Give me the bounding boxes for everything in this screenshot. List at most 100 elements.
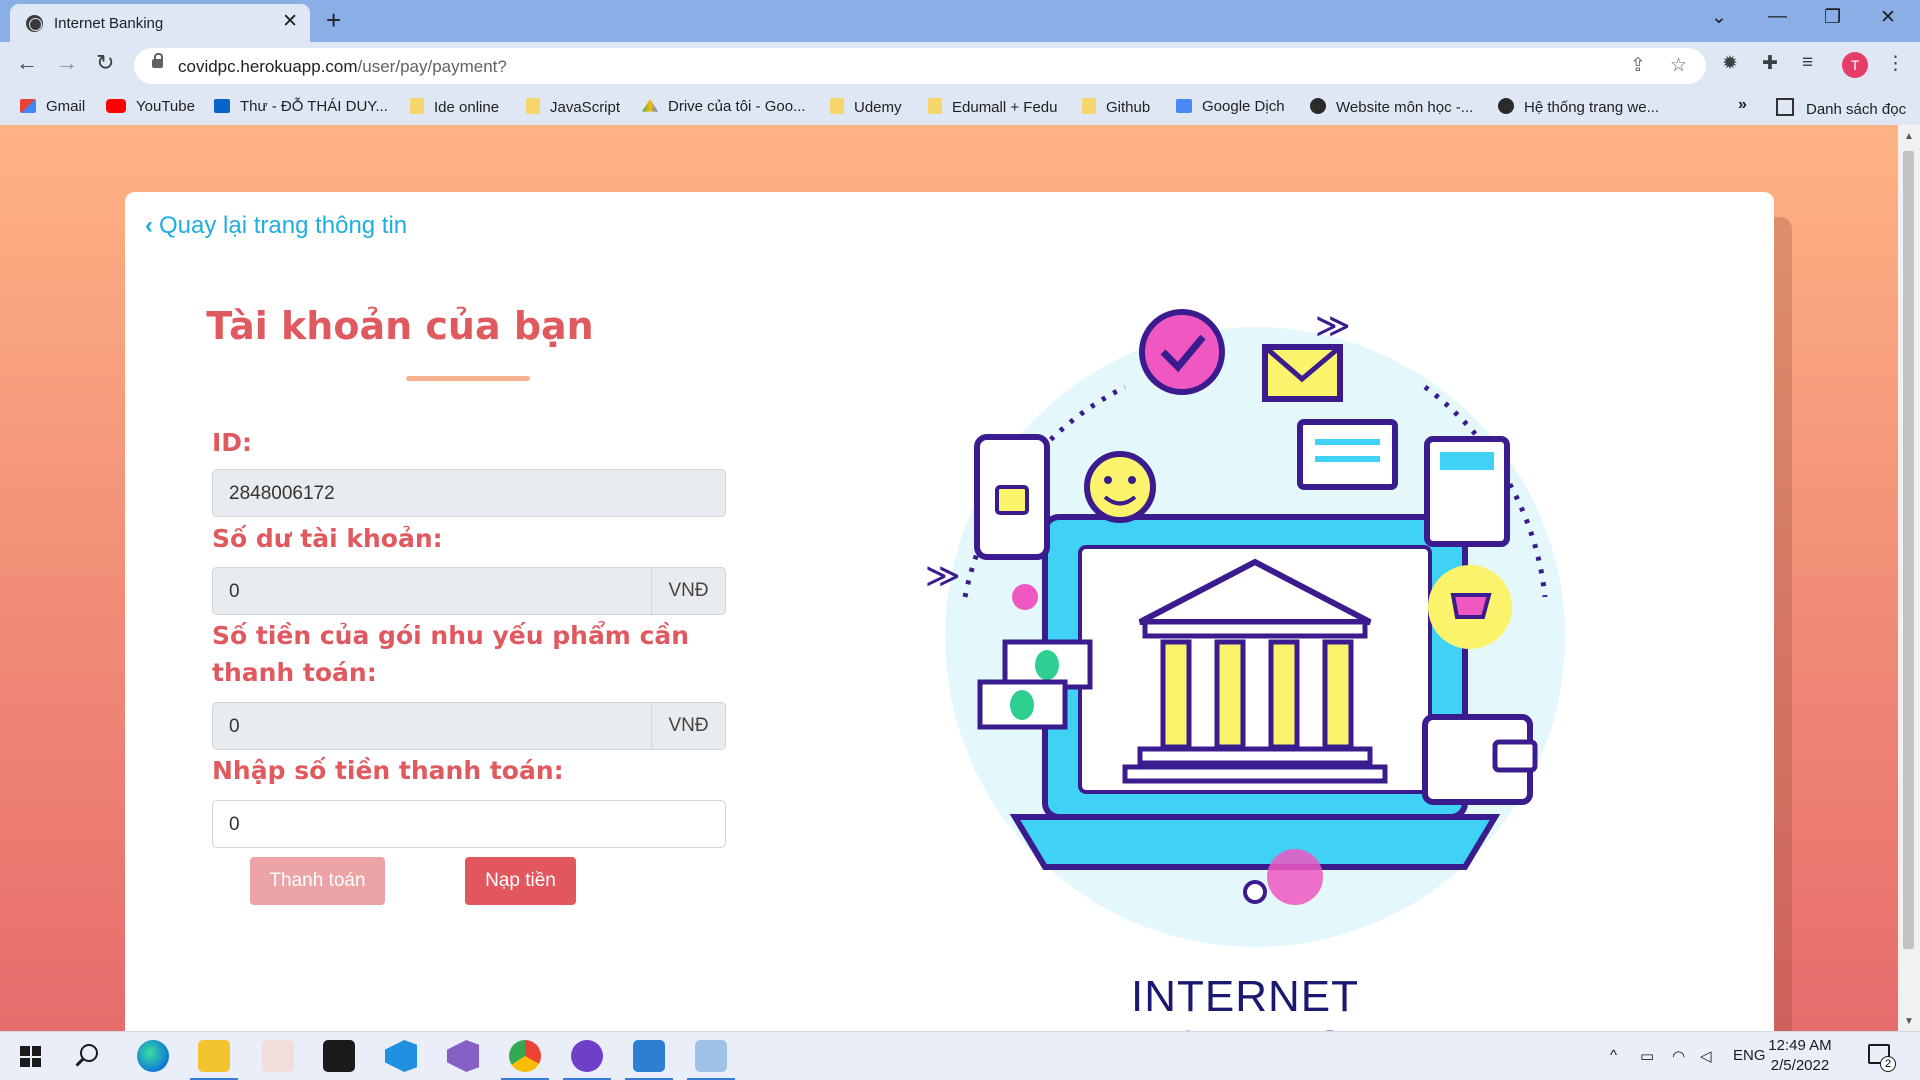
calculator-display xyxy=(1440,452,1494,470)
search-icon[interactable] xyxy=(80,1044,98,1062)
notification-count-badge: 2 xyxy=(1880,1056,1896,1072)
media-icon[interactable]: ≡ xyxy=(1802,52,1813,74)
back-to-info-link[interactable]: ‹ Quay lại trang thông tin xyxy=(145,212,407,240)
chat-bubble-icon xyxy=(1297,419,1398,490)
folder-icon xyxy=(1082,98,1096,114)
scroll-up-arrow-icon[interactable]: ▲ xyxy=(1904,131,1914,142)
chrome-icon[interactable] xyxy=(501,1040,549,1080)
file-explorer-icon[interactable] xyxy=(190,1040,238,1080)
browser-tab[interactable]: Internet Banking ✕ xyxy=(10,4,310,42)
url-path: /user/pay/payment? xyxy=(357,57,507,76)
bookmark-edumall[interactable]: Edumall + Fedu xyxy=(928,98,1057,116)
shopping-cart-icon xyxy=(1450,593,1492,619)
page-title: Tài khoản của bạn xyxy=(206,304,594,348)
payment-card: ‹ Quay lại trang thông tin Tài khoản của … xyxy=(125,192,1774,1031)
bookmark-gmail[interactable]: Gmail xyxy=(20,98,85,115)
battery-icon[interactable]: ▭ xyxy=(1640,1047,1654,1065)
url-host: covidpc.herokuapp.com xyxy=(178,57,358,76)
youtube-icon xyxy=(106,99,126,113)
scroll-down-arrow-icon[interactable]: ▼ xyxy=(1904,1016,1914,1027)
cash-note-mark xyxy=(1010,690,1034,720)
garena-icon[interactable] xyxy=(323,1040,355,1072)
star-icon[interactable]: ☆ xyxy=(1670,54,1687,77)
bookmark-google-translate[interactable]: Google Dịch xyxy=(1176,98,1285,115)
browser-toolbar: ← → ↻ covidpc.herokuapp.com/user/pay/pay… xyxy=(0,42,1920,89)
github-desktop-icon[interactable] xyxy=(563,1040,611,1080)
bookmark-label: JavaScript xyxy=(550,99,621,116)
chevron-left-icon: ‹ xyxy=(145,212,153,239)
forward-arrow-icon[interactable]: → xyxy=(56,50,78,76)
lock-icon[interactable] xyxy=(152,53,163,68)
internet-banking-illustration: ≫ ≫ xyxy=(925,306,1565,947)
paint-app-icon[interactable] xyxy=(262,1040,294,1072)
double-chevron-top-icon: ≫ xyxy=(1315,306,1351,346)
profile-avatar[interactable]: T xyxy=(1842,52,1868,78)
globe-icon xyxy=(1310,98,1326,114)
back-arrow-icon[interactable]: ← xyxy=(16,50,38,76)
bookmark-youtube[interactable]: YouTube xyxy=(106,98,195,115)
cash-note-mark xyxy=(1035,650,1059,680)
balance-currency: VNĐ xyxy=(651,567,725,615)
reload-icon[interactable]: ↻ xyxy=(96,50,114,76)
tray-chevron-up-icon[interactable]: ^ xyxy=(1610,1047,1617,1064)
scrollbar-thumb[interactable] xyxy=(1903,151,1914,949)
tab-search-icon[interactable]: ⌄ xyxy=(1711,6,1727,29)
tab-title: Internet Banking xyxy=(54,15,164,32)
minimize-icon[interactable]: — xyxy=(1768,6,1787,28)
bookmark-website-mon-hoc[interactable]: Website môn học -... xyxy=(1310,98,1473,116)
reading-list-button[interactable]: Danh sách đọc xyxy=(1776,98,1906,118)
window-app-icon[interactable] xyxy=(625,1040,673,1080)
bookmark-github[interactable]: Github xyxy=(1082,98,1150,116)
bookmark-outlook[interactable]: Thư - ĐỖ THÁI DUY... xyxy=(214,98,388,115)
edge-icon[interactable] xyxy=(137,1040,169,1072)
balance-label: Số dư tài khoản: xyxy=(212,524,443,553)
pink-gear-icon xyxy=(1267,849,1323,905)
paint-3d-icon[interactable] xyxy=(687,1040,735,1080)
new-tab-icon[interactable]: + xyxy=(326,7,341,33)
volume-icon[interactable]: ◁ xyxy=(1700,1047,1712,1065)
topup-button[interactable]: Nạp tiền xyxy=(465,857,576,905)
bookmark-javascript[interactable]: JavaScript xyxy=(526,98,620,116)
package-amount-field: 0 VNĐ xyxy=(212,702,726,750)
restore-icon[interactable]: ❐ xyxy=(1824,6,1841,29)
wallet-clasp xyxy=(1492,739,1538,773)
checkmark-bubble-icon xyxy=(1139,309,1225,395)
windows-start-icon[interactable] xyxy=(20,1046,41,1067)
gmail-icon xyxy=(20,99,36,113)
vscode-icon[interactable] xyxy=(385,1040,417,1072)
bookmark-udemy[interactable]: Udemy xyxy=(830,98,902,116)
bookmark-label: Gmail xyxy=(46,98,86,115)
share-icon[interactable]: ⇪ xyxy=(1630,54,1646,77)
bank-column xyxy=(1160,639,1192,750)
visual-studio-icon[interactable] xyxy=(447,1040,479,1072)
puzzle-icon[interactable]: ✚ xyxy=(1762,52,1778,75)
pink-dot xyxy=(1012,584,1038,610)
bookmark-ide-online[interactable]: Ide online xyxy=(410,98,499,116)
pay-button[interactable]: Thanh toán xyxy=(250,857,385,905)
bookmark-label: Google Dịch xyxy=(1202,98,1285,115)
bookmark-label: Github xyxy=(1106,99,1151,116)
bookmark-drive[interactable]: Drive của tôi - Goo... xyxy=(642,98,806,115)
payment-amount-input[interactable]: 0 xyxy=(212,800,726,848)
page-scrollbar[interactable]: ▲ ▼ xyxy=(1898,125,1920,1031)
laptop-base xyxy=(1009,814,1501,870)
menu-kebab-icon[interactable]: ⋮ xyxy=(1886,52,1905,75)
bookmark-he-thong[interactable]: Hệ thống trang we... xyxy=(1498,98,1659,116)
globe-icon xyxy=(26,15,43,32)
google-translate-icon xyxy=(1176,99,1192,113)
close-window-icon[interactable]: ✕ xyxy=(1880,6,1896,29)
smiley-icon xyxy=(1084,451,1156,523)
extension-bug-icon[interactable]: ✹ xyxy=(1722,52,1738,75)
folder-icon xyxy=(928,98,942,114)
illustration-caption: INTERNET BANKING xyxy=(1131,972,1359,1031)
payment-amount-value[interactable]: 0 xyxy=(229,814,240,836)
close-tab-icon[interactable]: ✕ xyxy=(282,12,298,32)
package-amount-label: Số tiền của gói nhu yếu phẩm cần thanh t… xyxy=(212,621,690,687)
wifi-icon[interactable]: ◠ xyxy=(1672,1047,1685,1065)
address-bar[interactable]: covidpc.herokuapp.com/user/pay/payment? … xyxy=(134,48,1706,84)
bookmarks-overflow-chevron[interactable]: » xyxy=(1738,96,1747,114)
url-text[interactable]: covidpc.herokuapp.com/user/pay/payment? xyxy=(178,57,507,77)
taskbar-clock[interactable]: 12:49 AM 2/5/2022 xyxy=(1760,1036,1840,1076)
bank-column xyxy=(1322,639,1354,750)
drive-icon xyxy=(642,99,658,112)
